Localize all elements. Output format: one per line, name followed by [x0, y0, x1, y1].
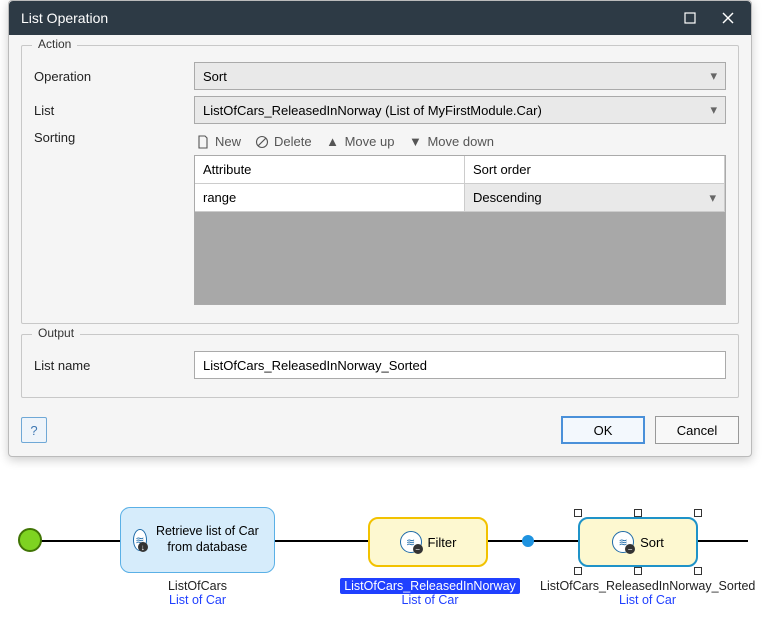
- caption-type: List of Car: [540, 593, 755, 607]
- selection-handle[interactable]: [694, 567, 702, 575]
- movedown-button[interactable]: ▼ Move down: [408, 134, 493, 149]
- delete-label: Delete: [274, 134, 312, 149]
- grid-empty-area: [195, 212, 725, 304]
- cell-sortorder-value: Descending: [473, 190, 542, 205]
- dialog-title: List Operation: [21, 10, 671, 26]
- triangle-down-icon: ▼: [408, 135, 422, 149]
- movedown-label: Move down: [427, 134, 493, 149]
- sort-grid: Attribute Sort order range Descending ▾: [194, 155, 726, 305]
- link-dot[interactable]: [522, 535, 534, 547]
- chevron-down-icon: ▾: [710, 102, 717, 118]
- col-attribute-header[interactable]: Attribute: [195, 156, 465, 183]
- col-sortorder-header[interactable]: Sort order: [465, 156, 725, 183]
- filter-icon: ≋: [400, 531, 422, 553]
- selection-handle[interactable]: [574, 567, 582, 575]
- list-label: List: [34, 103, 194, 118]
- node-retrieve-label: Retrieve list of Car from database: [153, 524, 262, 555]
- listname-label: List name: [34, 358, 194, 373]
- ok-button[interactable]: OK: [561, 416, 645, 444]
- selection-handle[interactable]: [634, 567, 642, 575]
- sort-icon: ≋: [612, 531, 634, 553]
- sorting-label: Sorting: [34, 130, 194, 145]
- ok-label: OK: [594, 423, 613, 438]
- caption-name: ListOfCars_ReleasedInNorway_Sorted: [540, 579, 755, 593]
- prohibit-icon: [255, 135, 269, 149]
- caption-sort: ListOfCars_ReleasedInNorway_Sorted List …: [540, 579, 755, 607]
- cancel-button[interactable]: Cancel: [655, 416, 739, 444]
- new-button[interactable]: New: [196, 134, 241, 149]
- caption-retrieve: ListOfCars List of Car: [120, 579, 275, 607]
- operation-label: Operation: [34, 69, 194, 84]
- triangle-up-icon: ▲: [326, 135, 340, 149]
- caption-type: List of Car: [120, 593, 275, 607]
- list-operation-dialog: List Operation Action Operation Sort ▾ L…: [8, 0, 752, 457]
- operation-value: Sort: [203, 69, 227, 84]
- action-group: Action Operation Sort ▾ List ListOfCars_…: [21, 45, 739, 324]
- selection-handle[interactable]: [694, 509, 702, 517]
- cell-sortorder-select[interactable]: Descending ▾: [465, 184, 725, 211]
- grid-row[interactable]: range Descending ▾: [195, 184, 725, 212]
- action-legend: Action: [32, 37, 77, 51]
- caption-type: List of Car: [330, 593, 530, 607]
- close-button[interactable]: [709, 4, 747, 32]
- titlebar[interactable]: List Operation: [9, 1, 751, 35]
- moveup-button[interactable]: ▲ Move up: [326, 134, 395, 149]
- help-icon: ?: [30, 423, 37, 438]
- moveup-label: Move up: [345, 134, 395, 149]
- caption-name: ListOfCars: [120, 579, 275, 593]
- dialog-footer: ? OK Cancel: [9, 408, 751, 456]
- selection-handle[interactable]: [634, 509, 642, 517]
- chevron-down-icon: ▾: [709, 190, 716, 206]
- output-legend: Output: [32, 326, 80, 340]
- listname-value: ListOfCars_ReleasedInNorway_Sorted: [203, 358, 427, 373]
- listname-input[interactable]: ListOfCars_ReleasedInNorway_Sorted: [194, 351, 726, 379]
- output-group: Output List name ListOfCars_ReleasedInNo…: [21, 334, 739, 398]
- node-sort-label: Sort: [640, 535, 664, 550]
- new-label: New: [215, 134, 241, 149]
- maximize-button[interactable]: [671, 4, 709, 32]
- node-filter-label: Filter: [428, 535, 457, 550]
- selection-handle[interactable]: [574, 509, 582, 517]
- chevron-down-icon: ▾: [710, 68, 717, 84]
- node-retrieve[interactable]: ≋ Retrieve list of Car from database: [120, 507, 275, 573]
- delete-button[interactable]: Delete: [255, 134, 312, 149]
- help-button[interactable]: ?: [21, 417, 47, 443]
- list-select[interactable]: ListOfCars_ReleasedInNorway (List of MyF…: [194, 96, 726, 124]
- node-filter[interactable]: ≋ Filter: [368, 517, 488, 567]
- start-node[interactable]: [18, 528, 42, 552]
- list-value: ListOfCars_ReleasedInNorway (List of MyF…: [203, 103, 542, 118]
- sort-toolbar: New Delete ▲ Move up ▼ Move down: [194, 130, 726, 155]
- node-sort[interactable]: ≋ Sort: [578, 517, 698, 567]
- workflow-canvas[interactable]: ≋ Retrieve list of Car from database ≋ F…: [0, 475, 768, 620]
- cell-attribute[interactable]: range: [195, 184, 465, 211]
- caption-filter: ListOfCars_ReleasedInNorway List of Car: [330, 579, 530, 607]
- new-file-icon: [196, 135, 210, 149]
- caption-name: ListOfCars_ReleasedInNorway: [340, 578, 520, 594]
- retrieve-icon: ≋: [133, 529, 147, 551]
- operation-select[interactable]: Sort ▾: [194, 62, 726, 90]
- cancel-label: Cancel: [677, 423, 717, 438]
- grid-header: Attribute Sort order: [195, 156, 725, 184]
